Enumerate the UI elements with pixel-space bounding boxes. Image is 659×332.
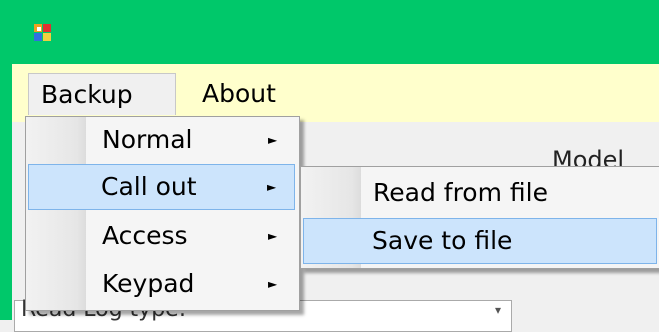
menu-about[interactable]: About (202, 73, 322, 115)
menu-item-access[interactable]: Access ► (28, 213, 295, 259)
submenu-arrow-icon: ► (268, 229, 278, 243)
menu-item-keypad[interactable]: Keypad ► (28, 261, 295, 307)
menu-item-save-to-file-label: Save to file (372, 226, 513, 255)
call-out-submenu: Read from file Save to file (300, 166, 659, 269)
menu-item-read-from-file[interactable]: Read from file (303, 170, 657, 216)
chevron-down-icon[interactable]: ▾ (495, 303, 501, 317)
submenu-arrow-icon: ► (267, 180, 277, 194)
menu-bar: Backup About (12, 64, 659, 122)
title-bar[interactable] (0, 0, 659, 64)
menu-item-normal[interactable]: Normal ► (28, 117, 295, 163)
app-icon (34, 24, 51, 41)
menu-item-access-label: Access (102, 221, 188, 250)
submenu-arrow-icon: ► (268, 133, 278, 147)
menu-backup[interactable]: Backup (28, 73, 176, 115)
menu-item-keypad-label: Keypad (102, 269, 195, 298)
backup-dropdown-menu: Normal ► Call out ► Access ► Keypad ► (25, 116, 300, 311)
menu-item-save-to-file[interactable]: Save to file (303, 218, 657, 264)
submenu-arrow-icon: ► (268, 277, 278, 291)
menu-item-call-out-label: Call out (101, 172, 197, 201)
menu-item-read-from-file-label: Read from file (373, 178, 548, 207)
menu-item-call-out[interactable]: Call out ► (28, 164, 295, 210)
menu-item-normal-label: Normal (102, 125, 193, 154)
